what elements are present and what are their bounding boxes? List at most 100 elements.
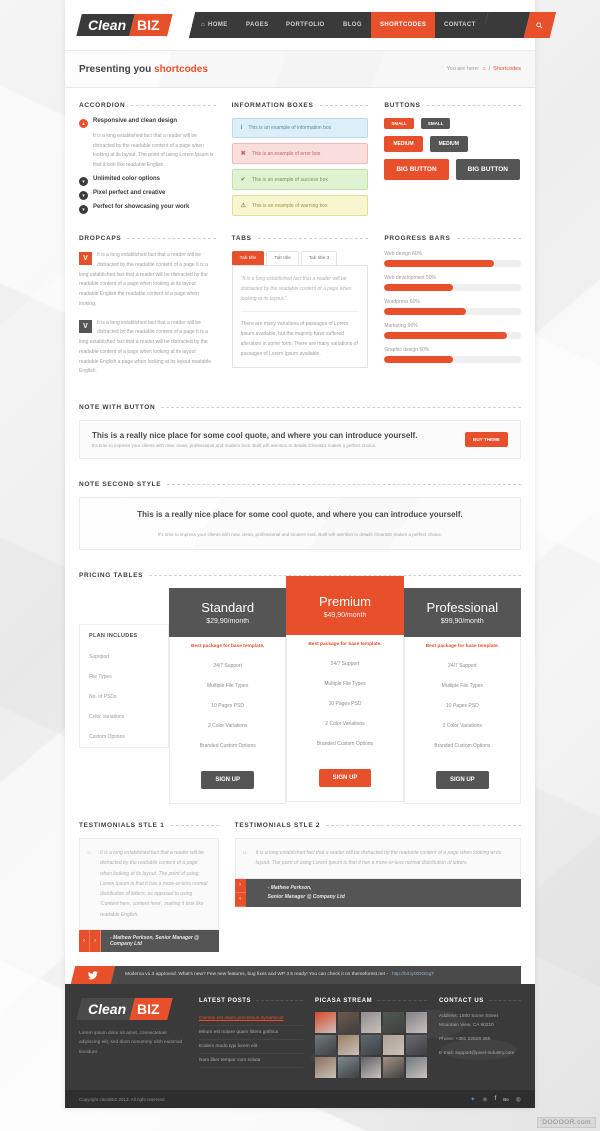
buy-theme-button[interactable]: BUY THEME [465,432,508,447]
progress-label: Web design 80% [384,251,423,257]
footer-logo[interactable]: Clean BIZ [76,997,187,1020]
copyright-text: Copyright cleanBIZ 2013. All right reser… [79,1096,165,1102]
section-heading: INFORMATION BOXES [231,102,314,109]
plan-body: Best package for base template. 24/7 Sup… [403,637,521,804]
note-subtitle: It's time to impress your clients with n… [157,532,443,537]
tab-1[interactable]: Tab title [231,251,265,265]
info-box-text: This is an example of error box [251,150,321,157]
testimonial-footer: ‹ › - Mathew Perkson, Senior Manager @ C… [79,929,219,952]
facebook-icon[interactable]: f [495,1096,497,1102]
section-heading: TABS [231,235,252,242]
list-item[interactable]: Eodem modo typi lorem elit [199,1040,303,1054]
progress-bar-item: Marketing 90% [384,323,522,339]
testimonial-footer: › ‹ - Mathew Perkson, Senior Manager @ C… [234,878,521,907]
picasa-thumbnail[interactable] [337,1057,359,1079]
skype-icon[interactable]: ◍ [516,1096,521,1103]
progress-label: Wordpress 60% [384,299,420,305]
progress-fill [384,356,453,363]
accordion-item[interactable]: ▾ Perfect for showcasing your work [79,204,216,214]
twitter-icon[interactable] [70,965,116,984]
section-title: BUTTONS [384,102,522,109]
progress-bar-item: Web development 50% [384,275,522,291]
title-divider [167,484,521,485]
nav-item-blog[interactable]: BLOG [330,12,374,38]
twitter-text: Moderna v1.3 approved. What's new? Few n… [125,972,388,978]
picasa-thumbnail[interactable] [337,1011,359,1033]
title-divider [170,825,219,826]
chevron-left-icon[interactable]: ‹ [79,929,90,952]
page-title-prefix: Presenting you [79,63,155,75]
big-orange-button[interactable]: BIG BUTTON [384,159,449,180]
picasa-thumbnail[interactable] [360,1034,382,1056]
footer-heading: PICASA STREAM [315,997,373,1004]
info-box-warning: ⚠ This is an example of warning box [231,195,369,216]
picasa-thumbnail[interactable] [383,1034,405,1056]
picasa-thumbnail[interactable] [315,1057,336,1079]
footer-about-column: Clean BIZ Lorem ipsum dolor sit amet, co… [76,997,187,1078]
tab-2[interactable]: Tab title [266,251,299,265]
picasa-thumbnail[interactable] [406,1057,427,1079]
picasa-thumbnail[interactable] [315,1011,336,1033]
accordion-item[interactable]: ▾ Pixel perfect and creative [79,190,216,200]
social-links: ✦ ◉ f Be ◍ [470,1096,521,1103]
small-orange-button[interactable]: SMALL [384,118,414,129]
home-icon[interactable]: ⌂ [482,66,485,72]
medium-orange-button[interactable]: MEDIUM [384,136,423,152]
chevron-left-icon[interactable]: ‹ [234,892,246,907]
plan-body: Best package for base template. 24/7 Sup… [169,637,287,804]
nav-item-shortcodes[interactable]: SHORTCODES [367,12,439,38]
nav-item-contact[interactable]: CONTACT [431,12,488,38]
list-item[interactable]: Claritas est etiam processus dynamicus [199,1012,303,1026]
progress-bars-section: PROGRESS BARS Web design 80% Web develop… [384,235,522,386]
tab-3[interactable]: Tab title 3 [300,251,338,265]
accordion-item-title: Unlimited color options [93,176,160,182]
chevron-right-icon[interactable]: › [90,929,101,952]
picasa-thumbnail[interactable] [360,1057,382,1079]
progress-track [384,332,522,339]
dropcap-block: V It is a long established fact that a r… [79,319,216,378]
footer-heading: CONTACT US [439,997,484,1004]
accordion-item[interactable]: ▾ Unlimited color options [79,176,216,186]
picasa-thumbnail[interactable] [360,1011,382,1033]
twitter-link[interactable]: http://bit.ly/ZDODgT [392,972,434,977]
nav-item-portfolio[interactable]: PORTFOLIO [273,12,337,38]
info-box-success: ✔ This is an example of success box [231,169,369,190]
picasa-thumbnail[interactable] [406,1034,427,1056]
dribbble-icon[interactable]: ◉ [482,1096,487,1103]
site-logo[interactable]: Clean BIZ [76,14,173,36]
list-item[interactable]: Mirum est notare quam littera gothica [199,1026,303,1040]
twitter-icon[interactable]: ✦ [470,1096,475,1103]
contact-email[interactable]: E-mail: support@pixel-industry.com [439,1049,521,1058]
title-divider [127,238,216,239]
section-title: TESTIMONIALS STLE 2 [235,822,521,829]
section-title: PROGRESS BARS [384,235,522,242]
picasa-thumbnail[interactable] [383,1057,405,1079]
picasa-thumbnail[interactable] [337,1034,359,1056]
section-heading: NOTE SECOND STYLE [79,481,162,488]
nav-item-pages[interactable]: PAGES [233,12,281,38]
small-dark-button[interactable]: SMALL [420,118,451,129]
feature-label: Supoport [89,654,110,660]
button-row-big: BIG BUTTON BIG BUTTON [384,159,521,180]
picasa-thumbnail[interactable] [406,1011,427,1033]
chevron-right-icon[interactable]: › [234,878,246,893]
signup-button-professional[interactable]: SIGN UP [435,771,489,789]
section-heading: NOTE WITH BUTTON [79,404,156,411]
search-icon[interactable] [523,12,556,38]
picasa-thumbnail[interactable] [315,1034,336,1056]
accordion-item[interactable]: ▴ Responsive and clean design [79,118,216,128]
signup-button-standard[interactable]: SIGN UP [201,771,254,789]
feature-label: No. of PSDs [89,694,117,700]
behance-icon[interactable]: Be [503,1097,509,1102]
picasa-thumbnail[interactable] [383,1011,405,1033]
breadcrumb-current[interactable]: Shortcodes [493,66,521,72]
signup-button-premium[interactable]: SIGN UP [318,769,372,787]
list-item[interactable]: Nam liber tempor cum soluta [199,1054,303,1068]
big-dark-button[interactable]: BIG BUTTON [455,159,520,180]
section-heading: PROGRESS BARS [384,235,451,242]
nav-item-home[interactable]: ⌂ HOME [188,12,240,38]
pricing-card-professional: Professional $99,90/month Best package f… [403,588,521,804]
picasa-thumbnail-grid [315,1011,427,1079]
progress-track [384,260,522,267]
medium-dark-button[interactable]: MEDIUM [429,136,468,152]
